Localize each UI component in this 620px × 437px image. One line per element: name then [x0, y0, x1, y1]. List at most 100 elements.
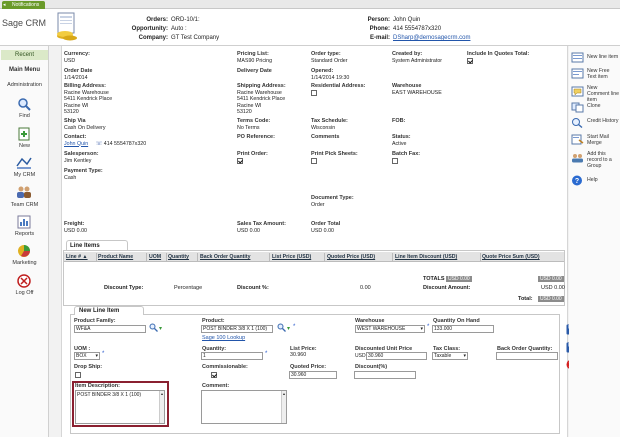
warehouse-field: Warehouse EAST WAREHOUSE	[392, 83, 442, 96]
action-new-comment[interactable]: New Comment line item	[587, 85, 620, 103]
collapse-arrow-icon[interactable]: ◂	[3, 2, 6, 8]
quantity-input[interactable]: 1	[201, 352, 263, 360]
print-order-field: Print Order:	[237, 151, 268, 166]
sidebar-item-reports[interactable]: Reports	[0, 231, 49, 237]
sidebar-item-team-crm[interactable]: Team CRM	[0, 202, 49, 208]
company-label: Company:	[138, 35, 168, 41]
residential-address-field: Residential Address:	[311, 83, 366, 98]
sage-lookup-link[interactable]: Sage 100 Lookup	[202, 335, 245, 341]
notifications-tab[interactable]: Notifications	[2, 1, 46, 9]
freight-field: Freight: USD 0.00	[64, 221, 87, 234]
payment-type-field: Payment Type: Cash	[64, 168, 103, 181]
qty-on-hand-input[interactable]: 133.000	[432, 325, 494, 333]
comment-textarea[interactable]: ▴	[201, 390, 287, 424]
col-line-number[interactable]: Line # ▲	[66, 253, 97, 261]
warehouse-select[interactable]: WEST WAREHOUSE	[355, 325, 425, 333]
col-back-order-qty[interactable]: Back Order Quantity	[200, 253, 270, 261]
dropdown-arrow-icon[interactable]: ▾	[287, 325, 290, 332]
company-value: GT Test Company	[171, 35, 220, 41]
sidebar-item-find[interactable]: Find	[0, 113, 49, 119]
col-quote-price-sum[interactable]: Quote Price Sum (USD)	[482, 253, 562, 261]
marketing-pie-icon[interactable]	[16, 244, 32, 258]
clone-icon[interactable]	[571, 102, 584, 113]
sidebar-item-new[interactable]: New	[0, 143, 49, 149]
discounted-price-input[interactable]: 30.960	[366, 352, 427, 360]
credit-history-icon[interactable]	[571, 117, 584, 128]
discount-pct-label: Discount %:	[237, 285, 269, 291]
document-type-field: Document Type: Order	[311, 195, 354, 208]
sidebar-item-my-crm[interactable]: My CRM	[0, 172, 49, 178]
comments-field: Comments	[311, 134, 339, 141]
batch-fax-checkbox[interactable]	[392, 157, 398, 164]
product-family-search-icon[interactable]	[149, 323, 158, 332]
include-quotes-checkbox[interactable]	[467, 57, 473, 64]
tax-class-select[interactable]: Taxable	[432, 352, 468, 360]
reports-icon[interactable]	[16, 215, 32, 229]
pricing-list-value: MAS90 Pricing	[237, 57, 273, 64]
print-pick-checkbox[interactable]	[311, 157, 317, 164]
print-pick-field: Print Pick Sheets:	[311, 151, 358, 166]
order-date-value: 1/14/2014	[64, 74, 88, 81]
contact-link[interactable]: John Quin	[64, 141, 88, 147]
contact-field: Contact: John Quin ☏ 414 5554787x320	[64, 134, 146, 147]
drop-ship-checkbox[interactable]	[75, 372, 81, 378]
item-description-textarea[interactable]: POST BINDER 3/8 X 1 (100) ▴	[75, 390, 165, 424]
administration-link[interactable]: Administration	[0, 82, 49, 88]
back-order-qty-input[interactable]	[496, 352, 558, 360]
sidebar-item-log-off[interactable]: Log Off	[0, 290, 49, 296]
discount-amount-value: USD 0.00	[541, 285, 565, 291]
log-off-icon[interactable]	[16, 274, 32, 288]
action-credit-history[interactable]: Credit History	[587, 118, 620, 124]
col-quoted-price[interactable]: Quoted Price (USD)	[327, 253, 393, 261]
new-comment-icon[interactable]	[571, 86, 584, 97]
commissionable-label: Commissionable:	[202, 364, 248, 370]
commissionable-checkbox[interactable]	[210, 372, 217, 378]
po-label: PO Reference:	[237, 134, 275, 140]
my-crm-icon[interactable]	[16, 156, 32, 170]
new-free-text-icon[interactable]	[571, 68, 584, 79]
action-clone[interactable]: Clone	[587, 103, 620, 109]
product-family-input[interactable]: WF&A	[74, 325, 146, 333]
uom-select[interactable]: BOX	[74, 352, 100, 360]
payment-type-value: Cash	[64, 174, 77, 181]
new-line-item-icon[interactable]	[571, 52, 584, 63]
tab-line-items[interactable]: Line Items	[66, 240, 128, 250]
magnifier-icon[interactable]	[16, 97, 32, 111]
col-quantity[interactable]: Quantity	[168, 253, 198, 261]
contact-phone: 414 5554787x320	[103, 140, 147, 147]
col-product-name[interactable]: Product Name	[98, 253, 147, 261]
action-new-free-text[interactable]: New Free Text item	[587, 68, 620, 80]
recent-tab[interactable]: Recent	[1, 50, 48, 60]
include-quotes-label: Include In Quotes Total:	[467, 51, 530, 57]
action-mail-merge[interactable]: Start Mail Merge	[587, 134, 620, 146]
print-order-checkbox[interactable]	[237, 157, 243, 164]
team-crm-icon[interactable]	[16, 185, 32, 199]
phone-value: 414 5554787x320	[393, 26, 442, 32]
new-record-icon[interactable]	[16, 127, 32, 141]
product-search-icon[interactable]	[277, 323, 286, 332]
action-help[interactable]: Help	[587, 177, 620, 183]
main-menu-link[interactable]: Main Menu	[0, 67, 49, 73]
product-input[interactable]: POST BINDER 3/8 X 1 (100)	[201, 325, 273, 333]
action-new-line-item[interactable]: New line item	[587, 54, 620, 60]
sidebar-item-marketing[interactable]: Marketing	[0, 260, 49, 266]
comment-scrollbar[interactable]: ▴	[281, 391, 286, 423]
col-uom[interactable]: UOM	[149, 253, 167, 261]
quoted-price-input[interactable]: 30.960	[289, 371, 337, 379]
col-line-item-discount[interactable]: Line Item Discount (USD)	[395, 253, 481, 261]
discount-percent-input[interactable]	[354, 371, 416, 379]
mail-merge-icon[interactable]	[571, 134, 584, 145]
add-to-group-icon[interactable]	[571, 152, 584, 163]
nli-warehouse-label: Warehouse	[355, 318, 385, 324]
status-value: Active	[392, 140, 407, 147]
required-marker: *	[265, 351, 268, 357]
email-link[interactable]: DSharp@demosagecrm.com	[393, 35, 470, 41]
action-add-to-group[interactable]: Add this record to a Group	[587, 151, 620, 169]
help-icon[interactable]: ?	[571, 175, 584, 186]
description-scrollbar[interactable]: ▴	[159, 391, 164, 423]
tab-new-line-item[interactable]: New Line Item	[74, 306, 144, 315]
top-strip	[0, 0, 620, 9]
dropdown-arrow-icon[interactable]: ▾	[159, 325, 162, 332]
col-list-price[interactable]: List Price (USD)	[272, 253, 325, 261]
residential-checkbox[interactable]	[311, 89, 317, 96]
